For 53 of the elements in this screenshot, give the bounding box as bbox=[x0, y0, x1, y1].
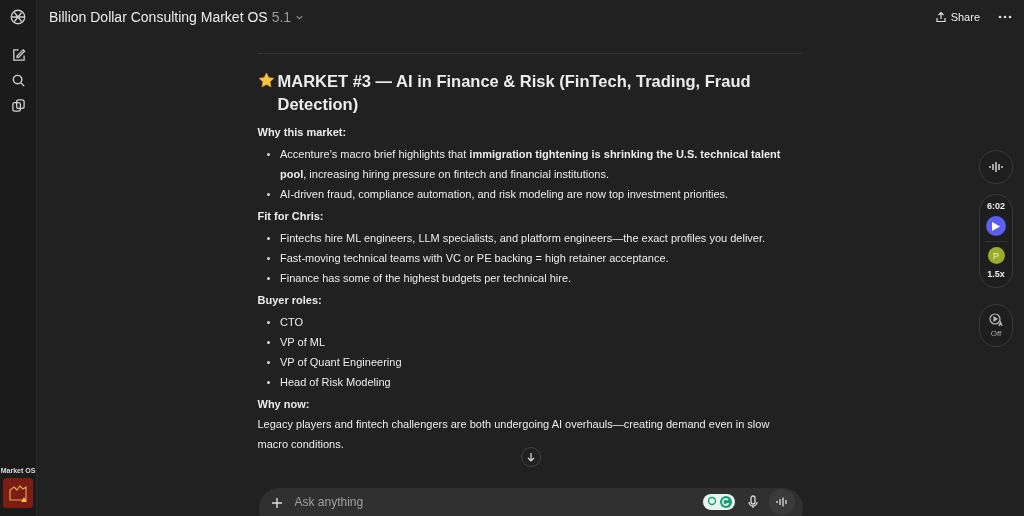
bullet-text: Fast-moving technical teams with VC or PE backing = high retainer acceptance. bbox=[280, 251, 669, 266]
arrow-down-icon bbox=[526, 452, 536, 462]
bullet-dot bbox=[266, 360, 270, 364]
library-icon[interactable] bbox=[10, 98, 26, 113]
bullet-text: VP of ML bbox=[280, 335, 326, 350]
message-input[interactable]: Ask anything bbox=[292, 494, 703, 510]
bullet-text: Accenture’s macro brief highlights that immigration tightening is shrinking the U.S. technical talent pool, increasing hiring pressure on fintech and financial institutions. bbox=[280, 147, 782, 182]
microphone-icon[interactable] bbox=[746, 495, 759, 509]
app-icon[interactable] bbox=[3, 478, 33, 508]
autoplay-button[interactable]: Off bbox=[979, 304, 1013, 347]
play-button[interactable] bbox=[986, 216, 1006, 236]
bullet-text: Head of Risk Modeling bbox=[280, 375, 391, 390]
plus-icon[interactable] bbox=[270, 497, 283, 509]
bullet-text: Finance has some of the highest budgets per technical hire. bbox=[280, 271, 572, 286]
paragraph: Legacy players and fintech challengers are both undergoing AI overhauls—creating demand even in slow macro conditions. bbox=[257, 417, 771, 452]
waveform-icon bbox=[989, 161, 1003, 173]
edit-icon[interactable] bbox=[10, 48, 26, 63]
section-heading: Buyer roles: bbox=[257, 293, 323, 308]
section-heading: Fit for Chris: bbox=[257, 209, 325, 224]
voice-button[interactable] bbox=[768, 489, 795, 515]
bullet-text: Fintechs hire ML engineers, LLM specialists, and platform engineers—the exact profiles you deliver. bbox=[280, 231, 766, 246]
bullet-dot bbox=[266, 380, 270, 384]
message-field[interactable]: Ask anything bbox=[258, 488, 803, 516]
bullet-dot bbox=[266, 192, 270, 196]
share-icon bbox=[934, 11, 947, 23]
voice-button[interactable] bbox=[979, 150, 1013, 184]
scroll-down-button[interactable] bbox=[521, 447, 541, 467]
section-heading: Why now: bbox=[257, 397, 311, 412]
speed-button[interactable]: 1.5x bbox=[987, 269, 1005, 279]
bullet-dot bbox=[266, 276, 270, 280]
bullet-dot bbox=[266, 152, 270, 156]
search-icon[interactable] bbox=[10, 73, 26, 88]
bullet-text: CTO bbox=[280, 315, 304, 330]
play-icon bbox=[992, 221, 1000, 231]
section-title: MARKET #3 — AI in Finance & Risk (FinTech, Trading, Fraud Detection) bbox=[277, 71, 752, 115]
time-label: 6:02 bbox=[987, 201, 1005, 211]
bullet-dot bbox=[266, 236, 270, 240]
version-label[interactable]: 5.1 bbox=[271, 9, 292, 25]
star-icon bbox=[257, 72, 275, 89]
chat-title[interactable]: Billion Dollar Consulting Market OS bbox=[49, 9, 268, 25]
share-button[interactable]: Share bbox=[930, 9, 984, 25]
waveform-icon bbox=[775, 497, 788, 507]
bullet-text: VP of Quant Engineering bbox=[280, 355, 402, 370]
autoplay-icon bbox=[989, 313, 1003, 327]
bullet-dot bbox=[266, 340, 270, 344]
bullet-text: AI-driven fraud, compliance automation, and risk modeling are now top investment priorities. bbox=[280, 187, 729, 202]
logo-icon[interactable] bbox=[9, 8, 27, 26]
extension-icon[interactable] bbox=[702, 494, 735, 510]
bullet-dot bbox=[266, 256, 270, 260]
bullet-dot bbox=[266, 320, 270, 324]
more-icon[interactable] bbox=[998, 14, 1012, 20]
autoplay-status: Off bbox=[990, 329, 1002, 338]
section-heading: Why this market: bbox=[257, 125, 348, 140]
